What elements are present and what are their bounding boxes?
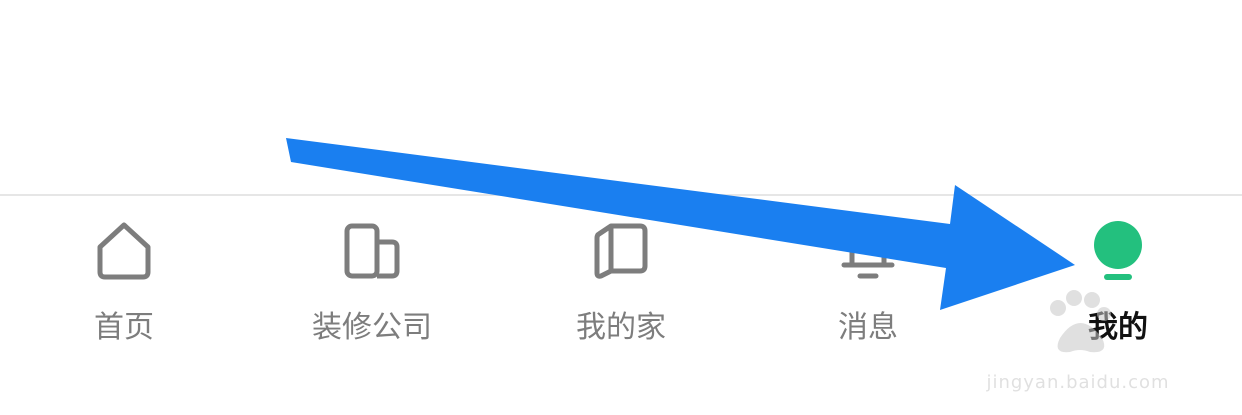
bottom-tab-bar: 首页 装修公司 我的家 消息 我的: [0, 196, 1242, 415]
tab-messages[interactable]: 消息: [768, 196, 968, 376]
tab-my-home-label: 我的家: [576, 310, 666, 345]
book-icon: [594, 223, 648, 279]
tab-mine[interactable]: 我的: [1018, 196, 1218, 376]
tab-messages-label: 消息: [838, 310, 898, 345]
company-icon: [344, 223, 400, 279]
tab-home[interactable]: 首页: [24, 196, 224, 376]
tab-home-label: 首页: [94, 310, 154, 345]
bell-icon: [841, 227, 895, 279]
tab-mine-label: 我的: [1088, 310, 1148, 345]
tab-companies[interactable]: 装修公司: [272, 196, 472, 376]
tab-my-home[interactable]: 我的家: [521, 196, 721, 376]
tab-companies-label: 装修公司: [312, 310, 432, 345]
profile-icon: [1094, 221, 1142, 280]
home-icon: [97, 222, 151, 280]
